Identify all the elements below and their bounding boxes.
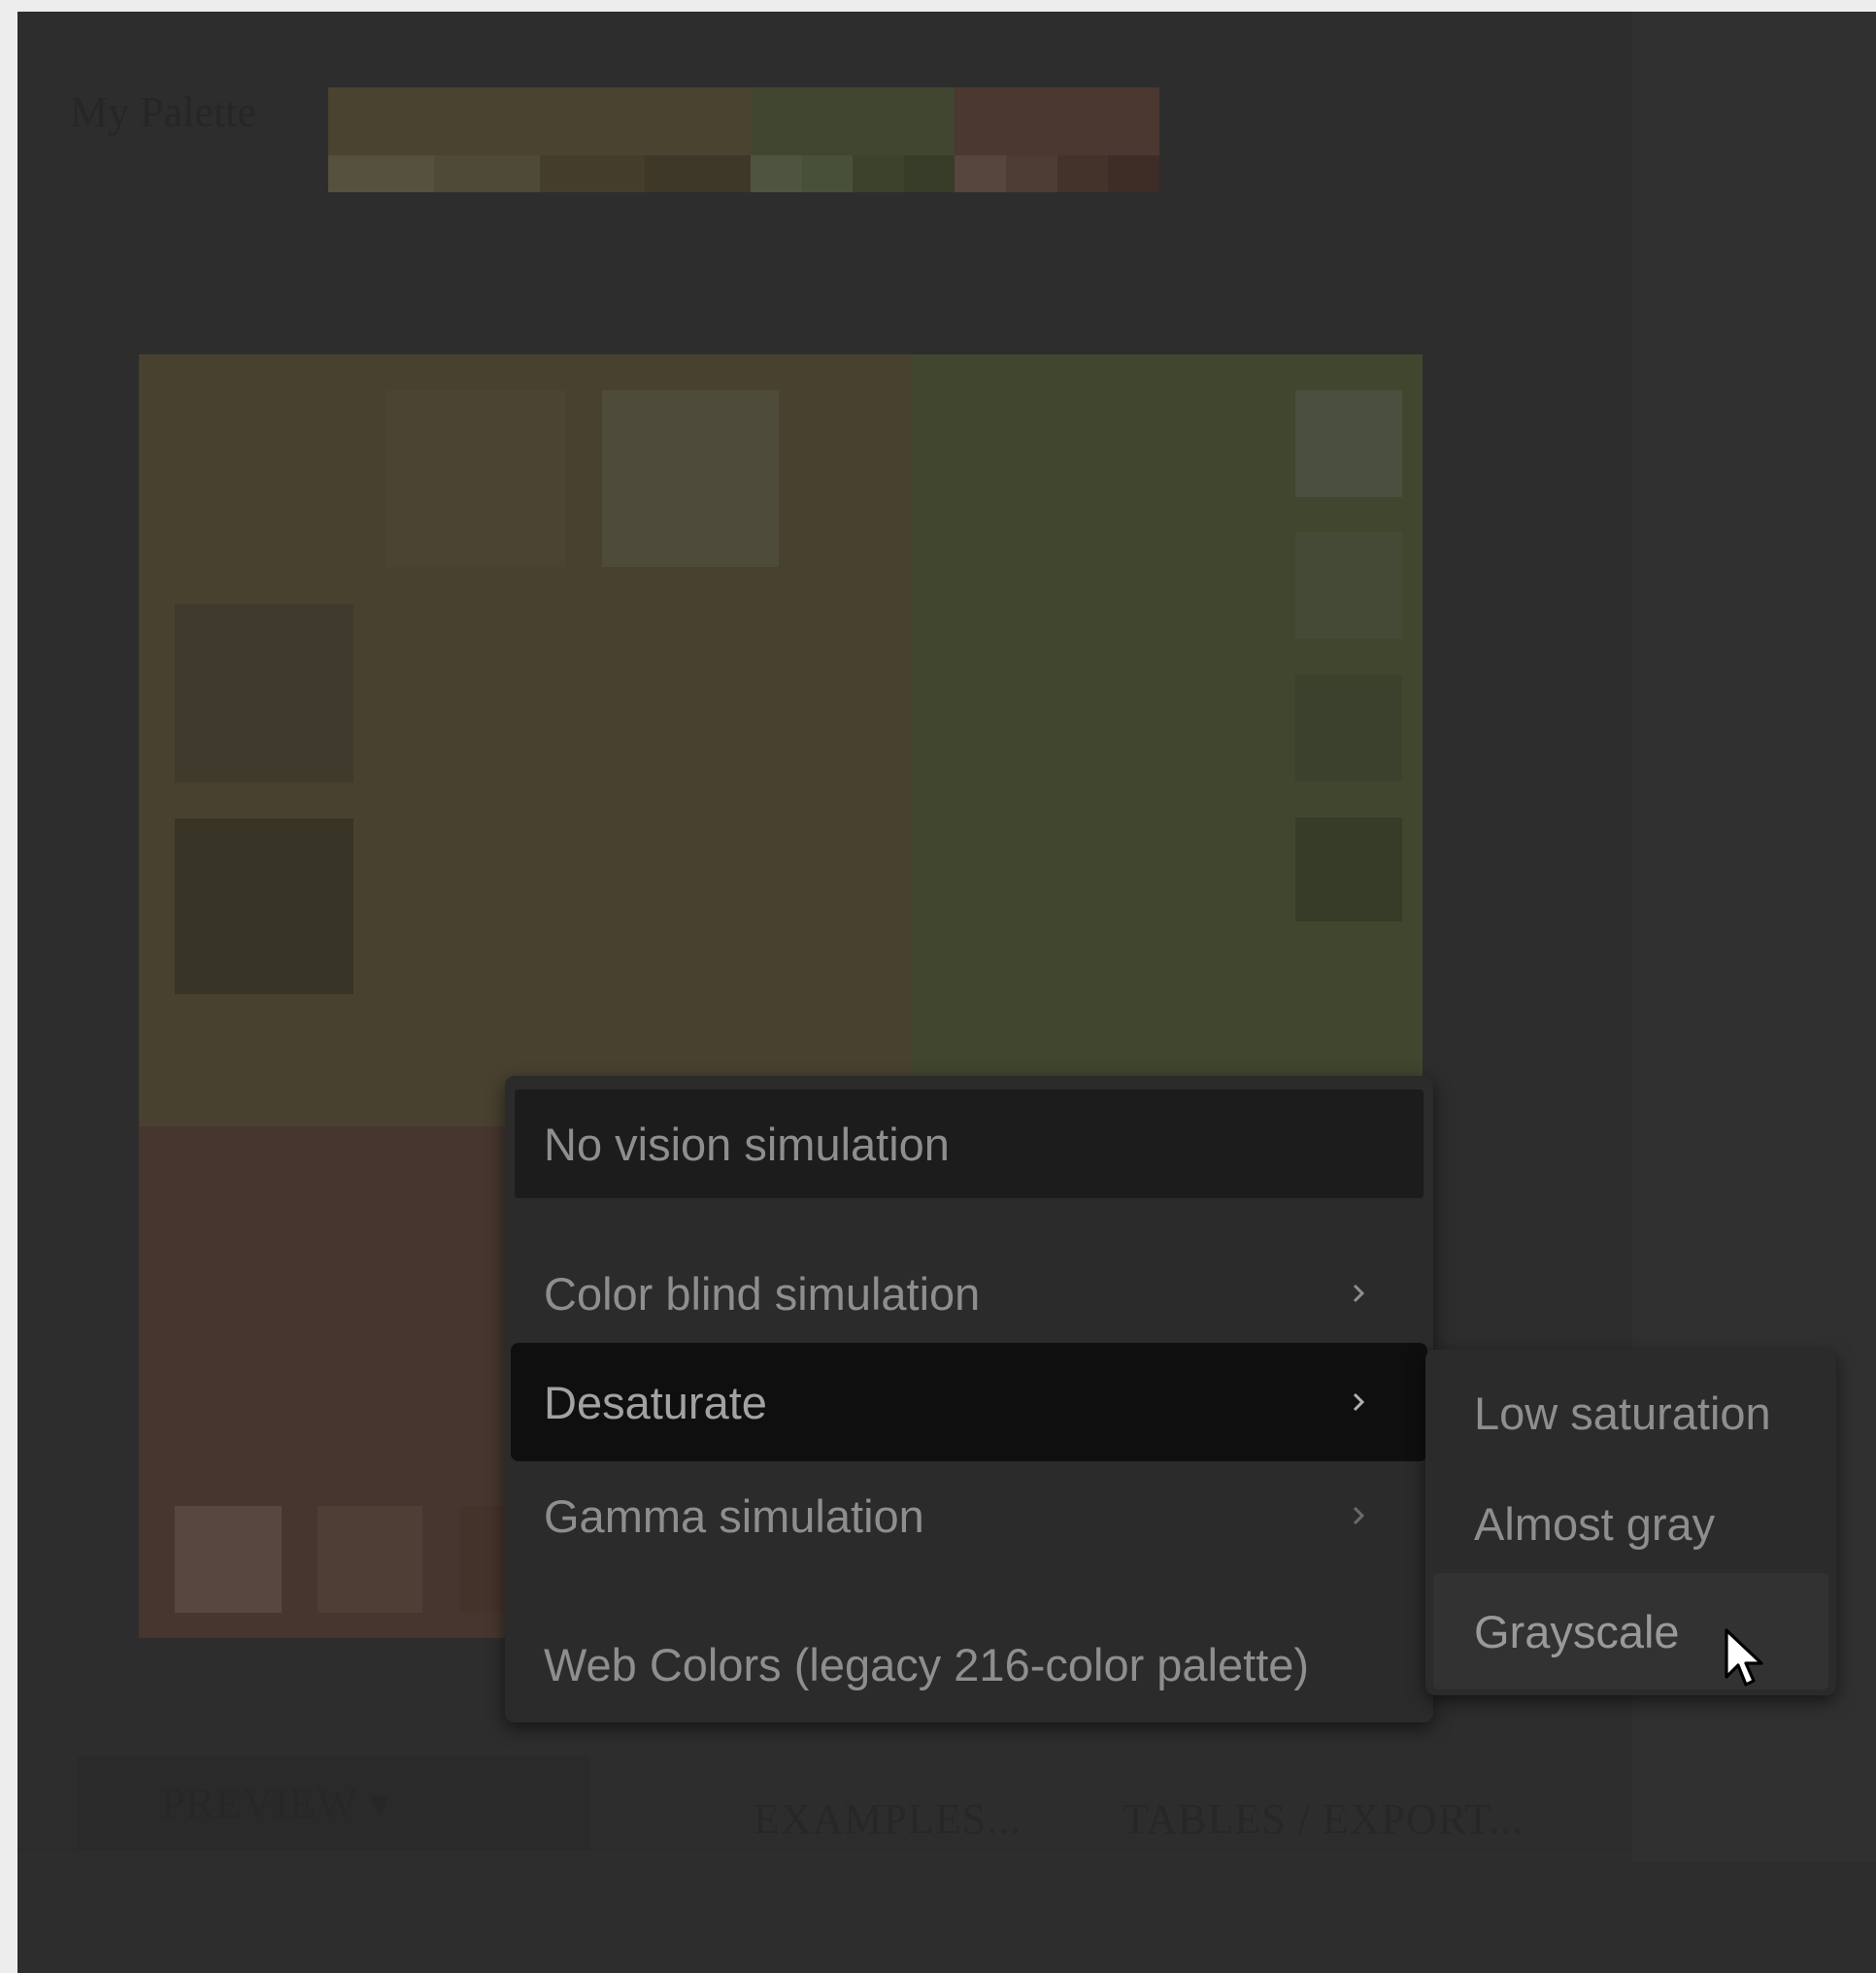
palette-shade-swatch[interactable] [751,155,802,192]
palette-shade-swatch[interactable] [955,155,1006,192]
chevron-right-icon [1353,1284,1365,1303]
preview-swatch [1295,390,1402,497]
palette-main-swatch[interactable] [328,87,751,155]
palette-shade-swatch[interactable] [433,155,540,192]
tab-examples[interactable]: EXAMPLES... [754,1794,1022,1844]
palette-color-group[interactable] [328,87,751,192]
preview-swatch [1295,532,1402,639]
menu-item-label: Color blind simulation [544,1267,981,1320]
palette-shade-swatch[interactable] [1056,155,1109,192]
palette-main-swatch[interactable] [751,87,955,155]
preview-swatch [175,604,353,783]
menu-item-label: Desaturate [544,1376,767,1428]
preview-swatch [1295,675,1402,782]
palette-color-group[interactable] [955,87,1159,192]
preview-swatch [175,819,353,994]
menu-item-web-colors[interactable]: Web Colors (legacy 216-color palette) [515,1610,1424,1719]
preview-swatch [386,390,565,567]
submenu-item-grayscale[interactable]: Grayscale [1433,1573,1828,1689]
chevron-right-icon [1353,1506,1365,1525]
preview-swatch [175,1506,282,1613]
menu-item-gamma-simulation[interactable]: Gamma simulation [515,1461,1424,1570]
palette-shade-swatch[interactable] [328,155,434,192]
palette-shade-swatch[interactable] [903,155,955,192]
chevron-right-icon [1353,1392,1365,1412]
palette-shade-swatch[interactable] [539,155,646,192]
palette-main-swatch[interactable] [955,87,1159,155]
preview-swatch [1295,818,1402,921]
preview-swatch [602,390,779,567]
menu-item-label: No vision simulation [544,1118,950,1170]
menu-item-label: Gamma simulation [544,1489,924,1542]
submenu-item-label: Grayscale [1474,1605,1680,1657]
menu-item-no-vision-simulation[interactable]: No vision simulation [515,1089,1424,1198]
palette-shade-swatch[interactable] [645,155,751,192]
menu-item-desaturate[interactable]: Desaturate [511,1343,1427,1461]
palette-shade-swatch[interactable] [801,155,853,192]
palette-shade-row [955,155,1159,192]
palette-shade-row [328,155,751,192]
submenu-item-label: Almost gray [1474,1497,1716,1550]
preview-swatch [318,1506,422,1613]
tab-preview[interactable]: PREVIEW ▾ [161,1779,391,1828]
submenu-item-label: Low saturation [1474,1387,1771,1439]
palette-shade-swatch[interactable] [1108,155,1159,192]
palette-shade-swatch[interactable] [853,155,904,192]
menu-item-label: Web Colors (legacy 216-color palette) [544,1638,1310,1690]
submenu-item-almost-gray[interactable]: Almost gray [1433,1470,1828,1577]
palette-shade-row [751,155,955,192]
mouse-pointer-icon [1725,1628,1763,1687]
menu-item-color-blind-simulation[interactable]: Color blind simulation [515,1239,1424,1348]
desaturate-submenu: Low saturation Almost gray Grayscale [1425,1350,1836,1695]
submenu-item-low-saturation[interactable]: Low saturation [1433,1359,1828,1466]
vision-simulation-menu: No vision simulation Color blind simulat… [505,1076,1433,1722]
palette-shade-swatch[interactable] [1005,155,1057,192]
palette-title[interactable]: My Palette [70,87,256,137]
tab-tables-export[interactable]: TABLES / EXPORT... [1122,1794,1524,1844]
tab-bar-divider [17,1849,1632,1851]
palette-color-group[interactable] [751,87,955,192]
palette-strip [328,87,1159,192]
